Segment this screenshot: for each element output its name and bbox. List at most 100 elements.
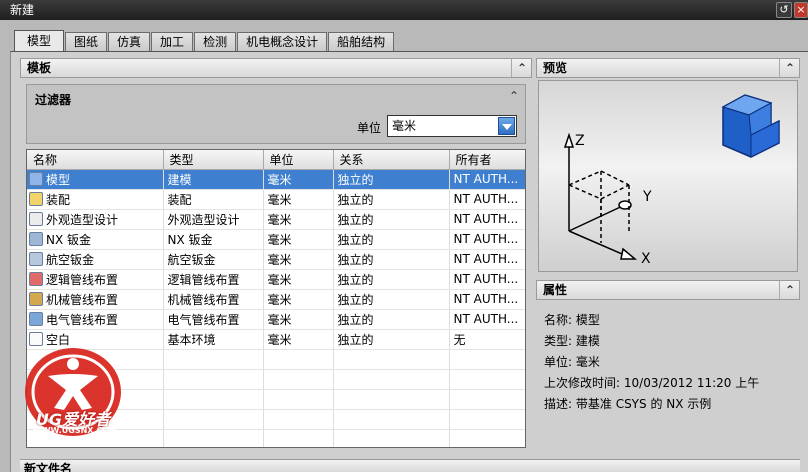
row-unit: 毫米 [263,229,334,250]
row-unit: 毫米 [263,289,334,310]
row-unit: 毫米 [263,209,334,230]
row-relation: 独立的 [333,309,450,330]
row-relation: 独立的 [333,229,450,250]
row-owner: NT AUTH... [449,189,525,210]
properties-pane: 名称: 模型 类型: 建模 单位: 毫米 上次修改时间: 10/03/2012 … [536,301,800,421]
close-icon[interactable]: × [794,2,808,18]
row-type: 电气管线布置 [163,309,264,330]
row-relation: 独立的 [333,209,450,230]
tab-model[interactable]: 模型 [14,30,65,52]
tab-ship-structure[interactable]: 船舶结构 [328,32,395,52]
table-row[interactable]: NX 钣金 NX 钣金 毫米 独立的 NT AUTH... [27,229,525,250]
shape-studio-icon [29,211,43,226]
tab-mechatronics[interactable]: 机电概念设计 [237,32,328,52]
row-type: 航空钣金 [163,249,264,270]
row-type: NX 钣金 [163,229,264,250]
preview-collapse-chevron-icon[interactable]: ⌃ [781,59,799,77]
row-name: NX 钣金 [46,232,92,247]
table-row[interactable]: 装配 装配 毫米 独立的 NT AUTH... [27,189,525,210]
column-header-owner[interactable]: 所有者 [449,150,525,170]
row-owner: NT AUTH... [449,229,525,250]
row-name: 装配 [46,192,71,207]
property-value: 10/03/2012 11:20 上午 [623,376,760,390]
table-row[interactable]: 机械管线布置 机械管线布置 毫米 独立的 NT AUTH... [27,289,525,310]
row-unit: 毫米 [263,269,334,290]
column-header-type[interactable]: 类型 [163,150,264,170]
property-label: 单位: [544,355,573,369]
new-filename-title: 新文件名 [24,462,73,472]
property-label: 类型: [544,334,573,348]
row-type: 基本环境 [163,329,264,350]
table-row[interactable]: 逻辑管线布置 逻辑管线布置 毫米 独立的 NT AUTH... [27,269,525,290]
row-unit: 毫米 [263,249,334,270]
table-row[interactable]: 外观造型设计 外观造型设计 毫米 独立的 NT AUTH... [27,209,525,230]
csys-preview-graphic: Z Y X [563,94,780,267]
row-type: 装配 [163,189,264,210]
row-unit: 毫米 [263,189,334,210]
property-name-row: 名称: 模型 [544,311,600,328]
column-header-name[interactable]: 名称 [27,150,164,170]
row-name: 电气管线布置 [46,312,119,327]
title-bar: 新建 [0,0,808,20]
property-type-row: 类型: 建模 [544,332,600,349]
row-relation: 独立的 [333,189,450,210]
property-label: 上次修改时间: [544,376,621,390]
row-unit: 毫米 [263,329,334,350]
template-section-header: 模板 ⌃ [20,58,532,78]
new-filename-section-header: 新文件名 [20,459,800,472]
table-row[interactable]: 模型 建模 毫米 独立的 NT AUTH... [27,169,525,190]
blank-icon [29,331,43,346]
table-row[interactable]: 航空钣金 航空钣金 毫米 独立的 NT AUTH... [27,249,525,270]
solid-model-icon [721,94,780,158]
tab-drawing[interactable]: 图纸 [65,32,108,52]
row-owner: 无 [449,329,525,350]
properties-title: 属性 [543,283,568,297]
row-unit: 毫米 [263,169,334,190]
property-description-row: 描述: 带基准 CSYS 的 NX 示例 [544,395,711,412]
tab-manufacturing[interactable]: 加工 [151,32,194,52]
table-row[interactable]: 电气管线布置 电气管线布置 毫米 独立的 NT AUTH... [27,309,525,330]
tab-bar: 模型 图纸 仿真 加工 检测 机电概念设计 船舶结构 [14,30,395,52]
row-type: 外观造型设计 [163,209,264,230]
logo-url-text: WWW.UGSNX.COM [32,426,118,435]
unit-select-value: 毫米 [392,119,417,133]
column-header-unit[interactable]: 单位 [263,150,334,170]
column-header-relation[interactable]: 关系 [333,150,450,170]
row-type: 逻辑管线布置 [163,269,264,290]
collapse-chevron-icon[interactable]: ⌃ [513,59,531,77]
aero-sheet-metal-icon [29,251,43,266]
tab-simulation[interactable]: 仿真 [108,32,151,52]
property-unit-row: 单位: 毫米 [544,353,600,370]
axis-x-label: X [641,251,651,267]
electrical-routing-icon [29,311,43,326]
filter-collapse-chevron-icon[interactable]: ⌃ [505,87,523,105]
help-icon[interactable]: ↺ [776,2,792,18]
model-icon [29,171,43,186]
unit-label: 单位 [357,121,382,135]
row-type: 建模 [163,169,264,190]
row-name: 模型 [46,172,71,187]
property-value: 毫米 [575,355,600,369]
dropdown-arrow-icon[interactable] [498,117,515,135]
row-relation: 独立的 [333,289,450,310]
preview-pane: Z Y X [538,80,798,272]
unit-select[interactable]: 毫米 [387,115,517,137]
property-label: 描述: [544,397,573,411]
row-owner: NT AUTH... [449,249,525,270]
tab-inspection[interactable]: 检测 [194,32,237,52]
axis-z-label: Z [575,133,585,149]
row-relation: 独立的 [333,169,450,190]
properties-collapse-chevron-icon[interactable]: ⌃ [781,281,799,299]
property-value: 模型 [575,313,600,327]
row-relation: 独立的 [333,269,450,290]
property-modified-row: 上次修改时间: 10/03/2012 11:20 上午 [544,374,759,391]
sheet-metal-icon [29,231,43,246]
row-name: 逻辑管线布置 [46,272,119,287]
row-owner: NT AUTH... [449,209,525,230]
row-relation: 独立的 [333,249,450,270]
row-name: 航空钣金 [46,252,95,267]
table-header-row: 名称 类型 单位 关系 所有者 [27,150,525,170]
template-section-title: 模板 [27,61,52,75]
row-owner: NT AUTH... [449,309,525,330]
mechanical-routing-icon [29,291,43,306]
